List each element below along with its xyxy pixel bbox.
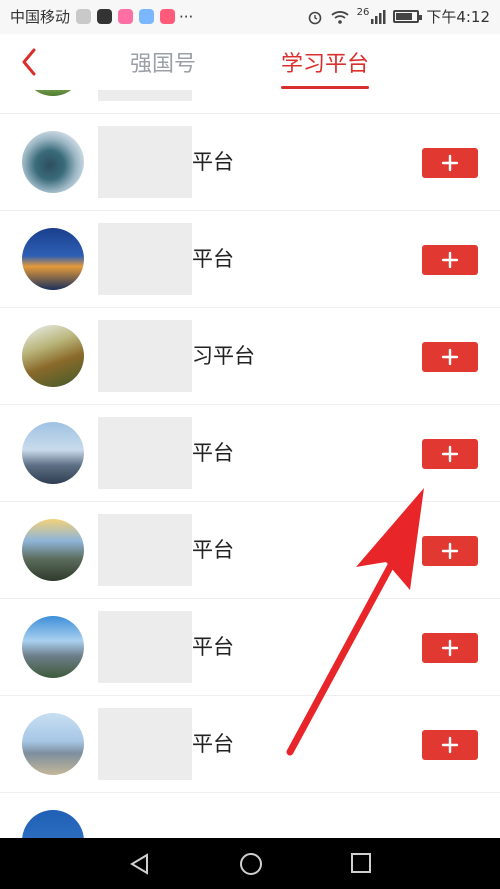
plus-icon [441,542,459,560]
platform-name: 平台 [192,150,234,174]
blurred-name-region [98,514,192,586]
list-item: 平台 [0,696,500,793]
signal-label: 26 [356,7,370,18]
list-item: 平台 [0,502,500,599]
video-app-icon [160,9,176,24]
circle-home-icon[interactable] [238,851,264,877]
platform-name: 平台 [192,538,234,562]
list-item: 平台 [0,211,500,308]
platform-list[interactable]: 平台 平台 习平台 平台 平台 平台 平台 [0,90,500,838]
platform-name: 平台 [192,635,234,659]
status-bar: 中国移动 ··· 26 下午4:12 [0,0,500,34]
plus-icon [441,251,459,269]
square-recent-icon[interactable] [350,852,372,874]
add-button[interactable] [422,245,478,275]
blurred-name-region [98,708,192,780]
plus-icon [441,736,459,754]
tiktok-icon [97,9,113,24]
clock-time: 下午4:12 [426,8,490,26]
avatar [22,810,84,838]
tab-xuexi-pingtai[interactable]: 学习平台 [281,46,369,78]
list-item: 平台 [0,599,500,696]
top-nav: 强国号 学习平台 [0,34,500,90]
platform-name: 习平台 [192,344,255,368]
carrier-label: 中国移动 [10,8,71,26]
plus-icon [441,445,459,463]
avatar [22,325,84,387]
battery-icon [393,10,423,23]
avatar [22,90,84,96]
chat-app-icon [139,9,155,24]
avatar [22,713,84,775]
blurred-name-region [98,126,192,198]
platform-name: 平台 [192,441,234,465]
avatar [22,228,84,290]
blurred-name-region [98,90,192,101]
blurred-name-region [98,611,192,683]
tv-app-icon [118,9,134,24]
add-button[interactable] [422,633,478,663]
avatar [22,422,84,484]
plus-icon [441,154,459,172]
chevron-left-icon [22,48,36,76]
plus-icon [441,348,459,366]
list-item [0,90,500,114]
alarm-icon [308,11,321,24]
list-item: 习平台 [0,308,500,405]
wifi-icon [330,10,349,24]
system-nav-bar [0,838,500,889]
avatar [22,519,84,581]
blurred-name-region [98,320,192,392]
active-tab-indicator [281,86,369,89]
platform-name: 平台 [192,732,234,756]
list-item: 平台 [0,405,500,502]
list-item [0,793,500,838]
back-button[interactable] [14,42,48,82]
add-button[interactable] [422,439,478,469]
list-item: 平台 [0,114,500,211]
blurred-name-region [98,417,192,489]
signal-icon [371,10,386,24]
add-button[interactable] [422,148,478,178]
add-button[interactable] [422,730,478,760]
add-button[interactable] [422,342,478,372]
tab-qiangguohao[interactable]: 强国号 [130,46,196,78]
more-notifications-icon: ··· [179,7,194,26]
plus-icon [441,639,459,657]
app-notification-icon [76,9,92,24]
status-left: 中国移动 ··· [10,6,193,27]
blurred-name-region [98,223,192,295]
avatar [22,616,84,678]
status-right: 26 下午4:12 [307,6,490,27]
add-button[interactable] [422,536,478,566]
platform-name: 平台 [192,247,234,271]
triangle-back-icon[interactable] [128,852,150,876]
avatar [22,131,84,193]
